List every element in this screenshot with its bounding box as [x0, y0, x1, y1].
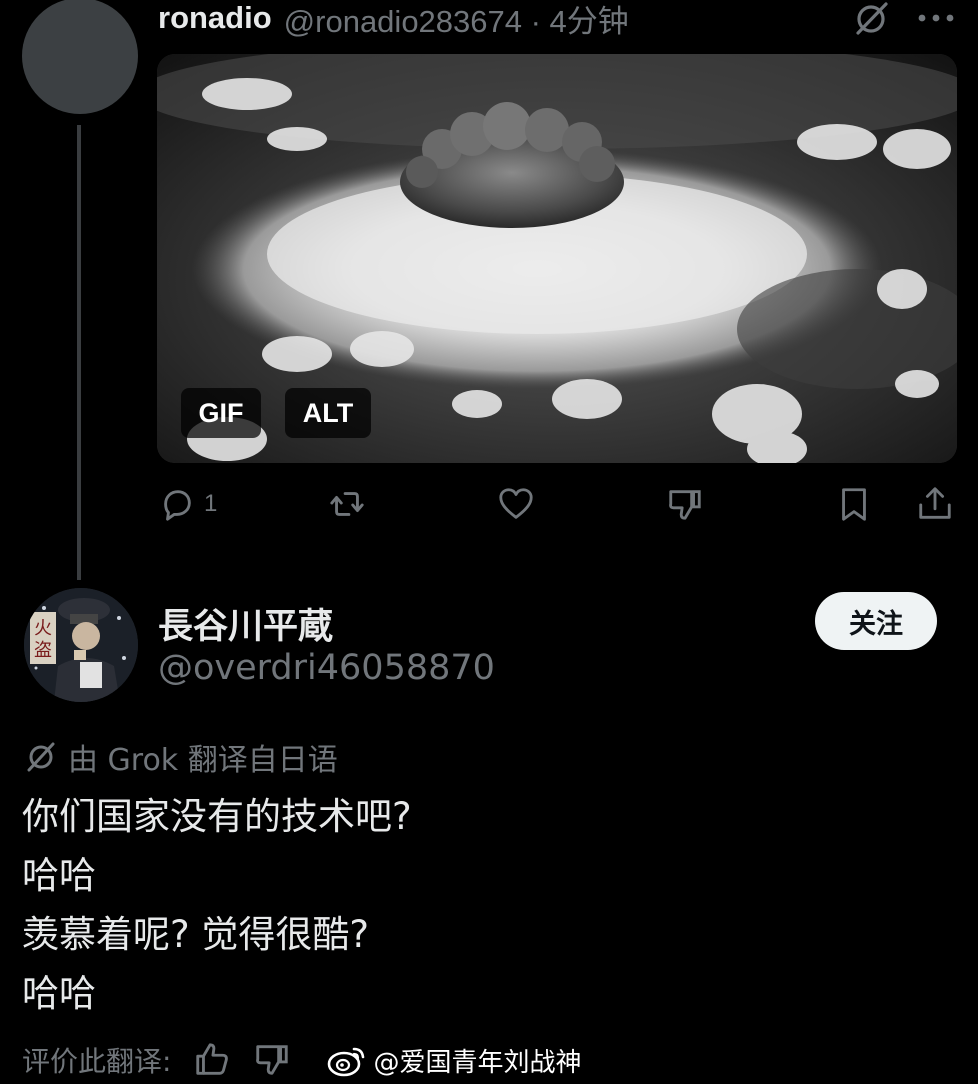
dislike-action[interactable] — [666, 484, 704, 524]
tweet2-handle[interactable]: @overdri46058870 — [158, 648, 495, 688]
weibo-watermark: @爱国青年刘战神 — [327, 1042, 581, 1079]
bookmark-icon — [842, 488, 866, 521]
retweet-action[interactable] — [328, 484, 366, 524]
tweet2-display-name[interactable]: 長谷川平蔵 — [158, 598, 333, 649]
tweet2-body-line-3: 羡慕着呢? 觉得很酷? — [22, 913, 370, 956]
translated-by-label: 由 Grok 翻译自日语 — [68, 743, 338, 778]
tweet2-body-line-4: 哈哈 — [22, 972, 96, 1015]
tweet2-body-line-2: 哈哈 — [22, 854, 96, 897]
avatar-ronadio[interactable] — [22, 0, 138, 114]
reply-icon — [164, 490, 191, 521]
watermark-text: @爱国青年刘战神 — [373, 1047, 582, 1078]
weibo-logo-icon — [328, 1047, 365, 1077]
grok-icon[interactable] — [852, 0, 892, 36]
rate-translation-label: 评价此翻译: — [22, 1045, 172, 1078]
gif-badge: GIF — [181, 388, 261, 438]
tweet2-body-line-1: 你们国家没有的技术吧? — [22, 795, 412, 838]
reply-action[interactable]: 1 — [158, 484, 217, 524]
like-action[interactable] — [497, 484, 535, 524]
rate-translation-row: 评价此翻译: @爱国青年刘战神 — [22, 1036, 581, 1084]
more-options-icon[interactable] — [914, 4, 958, 32]
thumbs-up-icon[interactable] — [193, 1041, 231, 1079]
dislike-icon — [669, 490, 701, 520]
tweet1-header: ronadio @ronadio283674 · 4分钟 — [158, 0, 629, 41]
heart-icon — [499, 488, 533, 519]
thread-connector-line — [77, 125, 81, 580]
retweet-icon — [330, 492, 364, 516]
share-action[interactable] — [916, 484, 954, 524]
explosion-image — [157, 54, 957, 463]
avatar-hasegawa[interactable]: 火 盗 — [24, 588, 138, 702]
translation-notice: 由 Grok 翻译自日语 — [24, 735, 338, 779]
reply-count: 1 — [204, 490, 218, 517]
tweet1-display-name[interactable]: ronadio — [158, 0, 272, 36]
tweet1-media-gif[interactable] — [157, 54, 957, 463]
share-icon — [919, 487, 951, 519]
grok-icon — [27, 742, 55, 772]
follow-button[interactable]: 关注 — [815, 592, 937, 650]
svg-text:盗: 盗 — [34, 640, 52, 661]
tweet1-handle-time[interactable]: @ronadio283674 · 4分钟 — [284, 0, 629, 41]
bookmark-action[interactable] — [835, 484, 873, 524]
alt-badge[interactable]: ALT — [285, 388, 371, 438]
svg-text:火: 火 — [34, 618, 52, 639]
avatar-image: 火 盗 — [24, 588, 138, 702]
thumbs-down-icon[interactable] — [253, 1041, 291, 1079]
